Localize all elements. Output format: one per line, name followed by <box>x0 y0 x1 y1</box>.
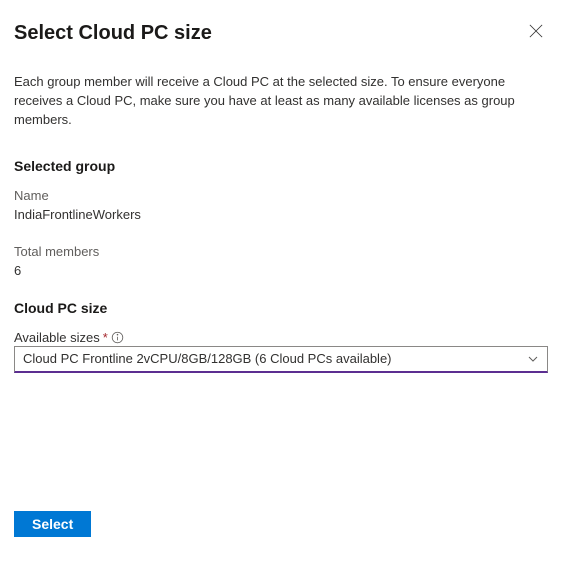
required-indicator: * <box>103 330 108 345</box>
panel-header: Select Cloud PC size <box>0 0 564 45</box>
panel-title: Select Cloud PC size <box>14 22 212 45</box>
total-members-value: 6 <box>14 263 550 278</box>
description-text: Each group member will receive a Cloud P… <box>14 73 550 130</box>
total-members-label: Total members <box>14 244 550 259</box>
dropdown-selected-text: Cloud PC Frontline 2vCPU/8GB/128GB (6 Cl… <box>23 351 392 366</box>
panel-footer: Select <box>14 511 91 537</box>
chevron-down-icon <box>527 353 539 365</box>
close-icon <box>529 24 543 41</box>
close-button[interactable] <box>526 22 546 42</box>
available-sizes-dropdown[interactable]: Cloud PC Frontline 2vCPU/8GB/128GB (6 Cl… <box>14 346 548 373</box>
selected-group-heading: Selected group <box>14 158 550 174</box>
group-name-label: Name <box>14 188 550 203</box>
cloud-pc-size-heading: Cloud PC size <box>14 300 550 316</box>
available-sizes-label: Available sizes * <box>14 330 550 345</box>
selected-group-section: Selected group Name IndiaFrontlineWorker… <box>14 158 550 278</box>
panel-body: Each group member will receive a Cloud P… <box>0 45 564 373</box>
cloud-pc-size-section: Cloud PC size Available sizes * Cloud PC… <box>14 300 550 373</box>
group-name-value: IndiaFrontlineWorkers <box>14 207 550 222</box>
select-button[interactable]: Select <box>14 511 91 537</box>
available-sizes-label-text: Available sizes <box>14 330 100 345</box>
info-icon[interactable] <box>111 330 125 344</box>
